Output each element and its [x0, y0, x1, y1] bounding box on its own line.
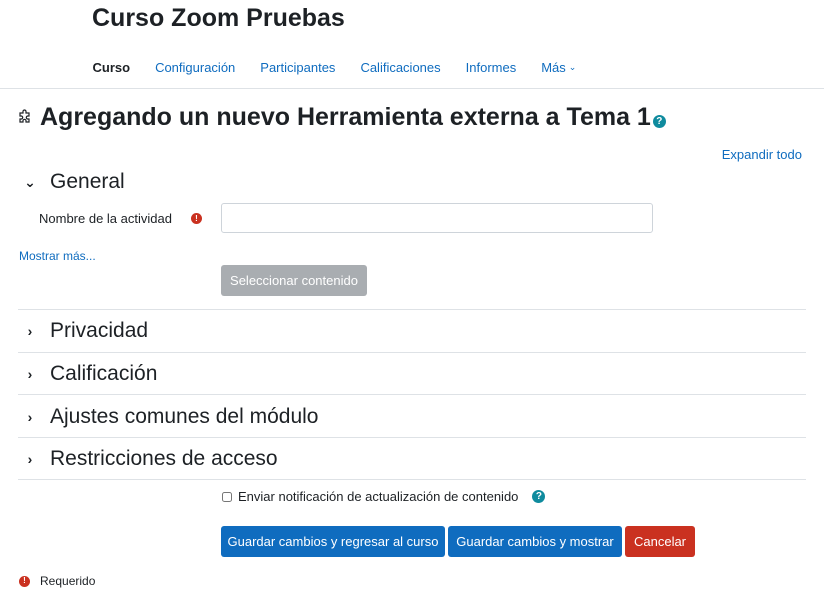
- chevron-right-icon: ›: [27, 323, 33, 339]
- section-general-toggle[interactable]: ⌄ General: [24, 170, 125, 194]
- chevron-right-icon: ›: [27, 366, 33, 382]
- section-restrictions-title: Restricciones de acceso: [50, 447, 278, 470]
- section-restrictions-toggle[interactable]: › Restricciones de acceso: [24, 447, 278, 471]
- nav-item-informes[interactable]: Informes: [453, 60, 529, 75]
- activity-name-input[interactable]: [221, 203, 653, 233]
- required-icon: !: [19, 575, 30, 587]
- nav-item-curso[interactable]: Curso: [80, 60, 143, 75]
- section-divider: [18, 352, 806, 353]
- notify-checkbox[interactable]: [222, 491, 232, 502]
- cancel-button[interactable]: Cancelar: [625, 526, 695, 557]
- secondary-navigation: Curso Configuración Participantes Califi…: [80, 52, 589, 82]
- section-divider: [18, 437, 806, 438]
- required-note: ! Requerido: [19, 574, 95, 588]
- select-content-button[interactable]: Seleccionar contenido: [221, 265, 367, 296]
- page-heading: Agregando un nuevo Herramienta externa a…: [18, 103, 666, 132]
- section-divider: [18, 479, 806, 480]
- chevron-down-icon: ⌄: [568, 61, 577, 72]
- required-icon: !: [191, 213, 202, 224]
- chevron-right-icon: ›: [27, 409, 33, 425]
- show-more-link[interactable]: Mostrar más...: [19, 249, 96, 263]
- chevron-down-icon: ⌄: [24, 173, 36, 190]
- nav-item-mas-label: Más: [541, 59, 566, 75]
- section-grading-toggle[interactable]: › Calificación: [24, 362, 158, 386]
- section-common-title: Ajustes comunes del módulo: [50, 405, 319, 428]
- save-and-return-button[interactable]: Guardar cambios y regresar al curso: [221, 526, 445, 557]
- section-divider: [18, 394, 806, 395]
- chevron-right-icon: ›: [27, 451, 33, 467]
- section-privacy-toggle[interactable]: › Privacidad: [24, 319, 148, 343]
- nav-item-configuracion[interactable]: Configuración: [143, 60, 248, 75]
- course-title: Curso Zoom Pruebas: [92, 4, 345, 32]
- nav-item-mas[interactable]: Más ⌄: [529, 60, 589, 75]
- nav-item-calificaciones[interactable]: Calificaciones: [348, 60, 453, 75]
- section-divider: [18, 309, 806, 310]
- section-grading-title: Calificación: [50, 362, 158, 385]
- notify-label: Enviar notificación de actualización de …: [238, 489, 519, 504]
- help-icon[interactable]: ?: [532, 490, 546, 503]
- save-and-display-button[interactable]: Guardar cambios y mostrar: [448, 526, 622, 557]
- activity-name-label: Nombre de la actividad: [39, 211, 172, 226]
- puzzle-icon: [18, 109, 34, 130]
- section-general-title: General: [50, 170, 125, 193]
- page-title: Agregando un nuevo Herramienta externa a…: [40, 103, 651, 131]
- expand-all-link[interactable]: Expandir todo: [722, 147, 802, 162]
- help-icon[interactable]: ?: [652, 115, 666, 128]
- nav-divider: [0, 88, 824, 89]
- notify-row: Enviar notificación de actualización de …: [222, 489, 546, 504]
- nav-item-participantes[interactable]: Participantes: [248, 60, 348, 75]
- section-common-toggle[interactable]: › Ajustes comunes del módulo: [24, 405, 319, 429]
- required-note-label: Requerido: [40, 574, 96, 588]
- section-privacy-title: Privacidad: [50, 319, 149, 342]
